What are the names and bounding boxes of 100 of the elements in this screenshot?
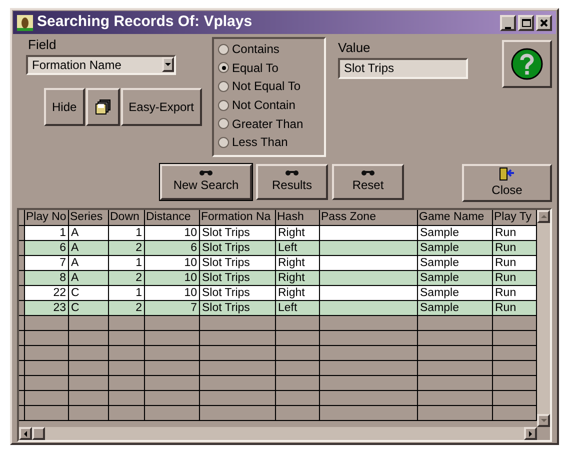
row-header[interactable] [19,286,25,300]
table-cell: 2 [109,301,145,315]
table-cell: Slot Trips [200,241,276,255]
left-arrow-icon [24,430,27,436]
down-arrow-icon [540,419,546,422]
action-button[interactable]: New Search [160,164,252,200]
scroll-left-button[interactable] [19,427,32,440]
right-arrow-icon [529,430,532,436]
table-cell: 10 [145,256,200,270]
table-cell: 1 [109,286,145,300]
caret-icon [165,63,171,66]
help-icon [511,48,543,80]
table-cell: Left [276,241,320,255]
close-icon [540,18,548,26]
tool-button[interactable]: Hide [44,88,85,126]
table-cell: 22 [25,286,69,300]
help-button[interactable] [502,40,552,88]
app-icon [17,14,33,30]
horizontal-scrollbar[interactable] [19,427,550,440]
table-cell: C [69,301,109,315]
dropdown-arrow-button[interactable] [162,57,174,72]
minimize-icon [505,26,511,28]
table-cell: 8 [25,271,69,285]
operator-radio[interactable]: Contains [218,40,324,59]
table-cell: 6 [25,241,69,255]
table-cell: 7 [25,256,69,270]
table-cell: 1 [109,256,145,270]
table-cell: Slot Trips [200,256,276,270]
table-cell: A [69,226,109,240]
table-cell: 10 [145,226,200,240]
table-cell: Slot Trips [200,271,276,285]
table-cell: 23 [25,301,69,315]
close-window-button[interactable] [536,14,552,30]
table-cell: Right [276,226,320,240]
table-cell: Right [276,256,320,270]
table-cell: A [69,256,109,270]
column-header[interactable]: Hash [276,210,320,225]
table-cell: 1 [109,226,145,240]
table-cell: Slot Trips [200,226,276,240]
table-cell: 10 [145,286,200,300]
tool-button[interactable]: Easy-Export [120,88,202,126]
operator-radio[interactable]: Equal To [218,58,324,78]
table-cell: Sample [418,226,493,240]
operator-radio[interactable]: Not Equal To [218,77,324,96]
operator-radio[interactable]: Not Contain [218,96,324,114]
column-header[interactable]: Formation Na [200,210,276,225]
table-cell: Right [276,286,320,300]
scroll-right-button[interactable] [524,427,537,440]
column-header[interactable]: Play No [25,210,69,225]
column-header[interactable]: Series [69,210,109,225]
operator-radio[interactable]: Greater Than [218,114,324,133]
table-cell: Sample [418,241,493,255]
close-button[interactable]: Close [462,164,552,202]
maximize-button[interactable] [518,14,534,30]
up-arrow-icon [540,215,546,218]
table-cell: 1 [25,226,69,240]
field-label: Field [27,36,58,54]
window-title: Searching Records Of: Vplays [37,12,252,32]
table-cell: Sample [418,256,493,270]
scroll-down-button[interactable] [537,414,550,427]
binoculars-icon [199,170,213,176]
column-header[interactable]: Down [109,210,145,225]
table-cell: A [69,241,109,255]
scroll-thumb[interactable] [32,427,45,440]
row-header[interactable] [19,301,25,315]
maximize-icon [522,18,530,26]
minimize-button[interactable] [500,14,516,30]
table-cell: 7 [145,301,200,315]
column-header[interactable]: Play Ty [493,210,537,225]
column-header[interactable]: Pass Zone [320,210,418,225]
operator-radio[interactable]: Less Than [218,132,324,152]
vertical-scrollbar[interactable] [537,210,550,427]
table-cell: C [69,286,109,300]
action-button[interactable]: Reset [332,164,404,200]
table-cell: 10 [145,271,200,285]
action-button[interactable]: Results [256,164,328,200]
table-cell: 2 [109,271,145,285]
table-cell: Sample [418,271,493,285]
floppy-disks-icon [94,98,111,114]
table-cell: Slot Trips [200,286,276,300]
table-cell: Sample [418,301,493,315]
field-dropdown[interactable]: Formation Name [26,54,176,74]
row-header[interactable] [19,271,25,285]
value-field[interactable]: Slot Trips [338,58,468,78]
save-button[interactable] [86,88,120,126]
row-header[interactable] [19,256,25,270]
column-header[interactable]: Game Name [418,210,493,225]
column-header[interactable]: Distance [145,210,200,225]
binoculars-icon [361,170,375,176]
table-cell: A [69,271,109,285]
binoculars-icon [285,170,299,176]
exit-door-icon [499,167,515,181]
row-header[interactable] [19,226,25,240]
value-label: Value [338,39,372,57]
row-header[interactable] [19,241,25,255]
table-cell: Left [276,301,320,315]
table-cell: 2 [109,241,145,255]
table-cell: 6 [145,241,200,255]
scroll-up-button[interactable] [537,210,550,223]
table-cell: Slot Trips [200,301,276,315]
